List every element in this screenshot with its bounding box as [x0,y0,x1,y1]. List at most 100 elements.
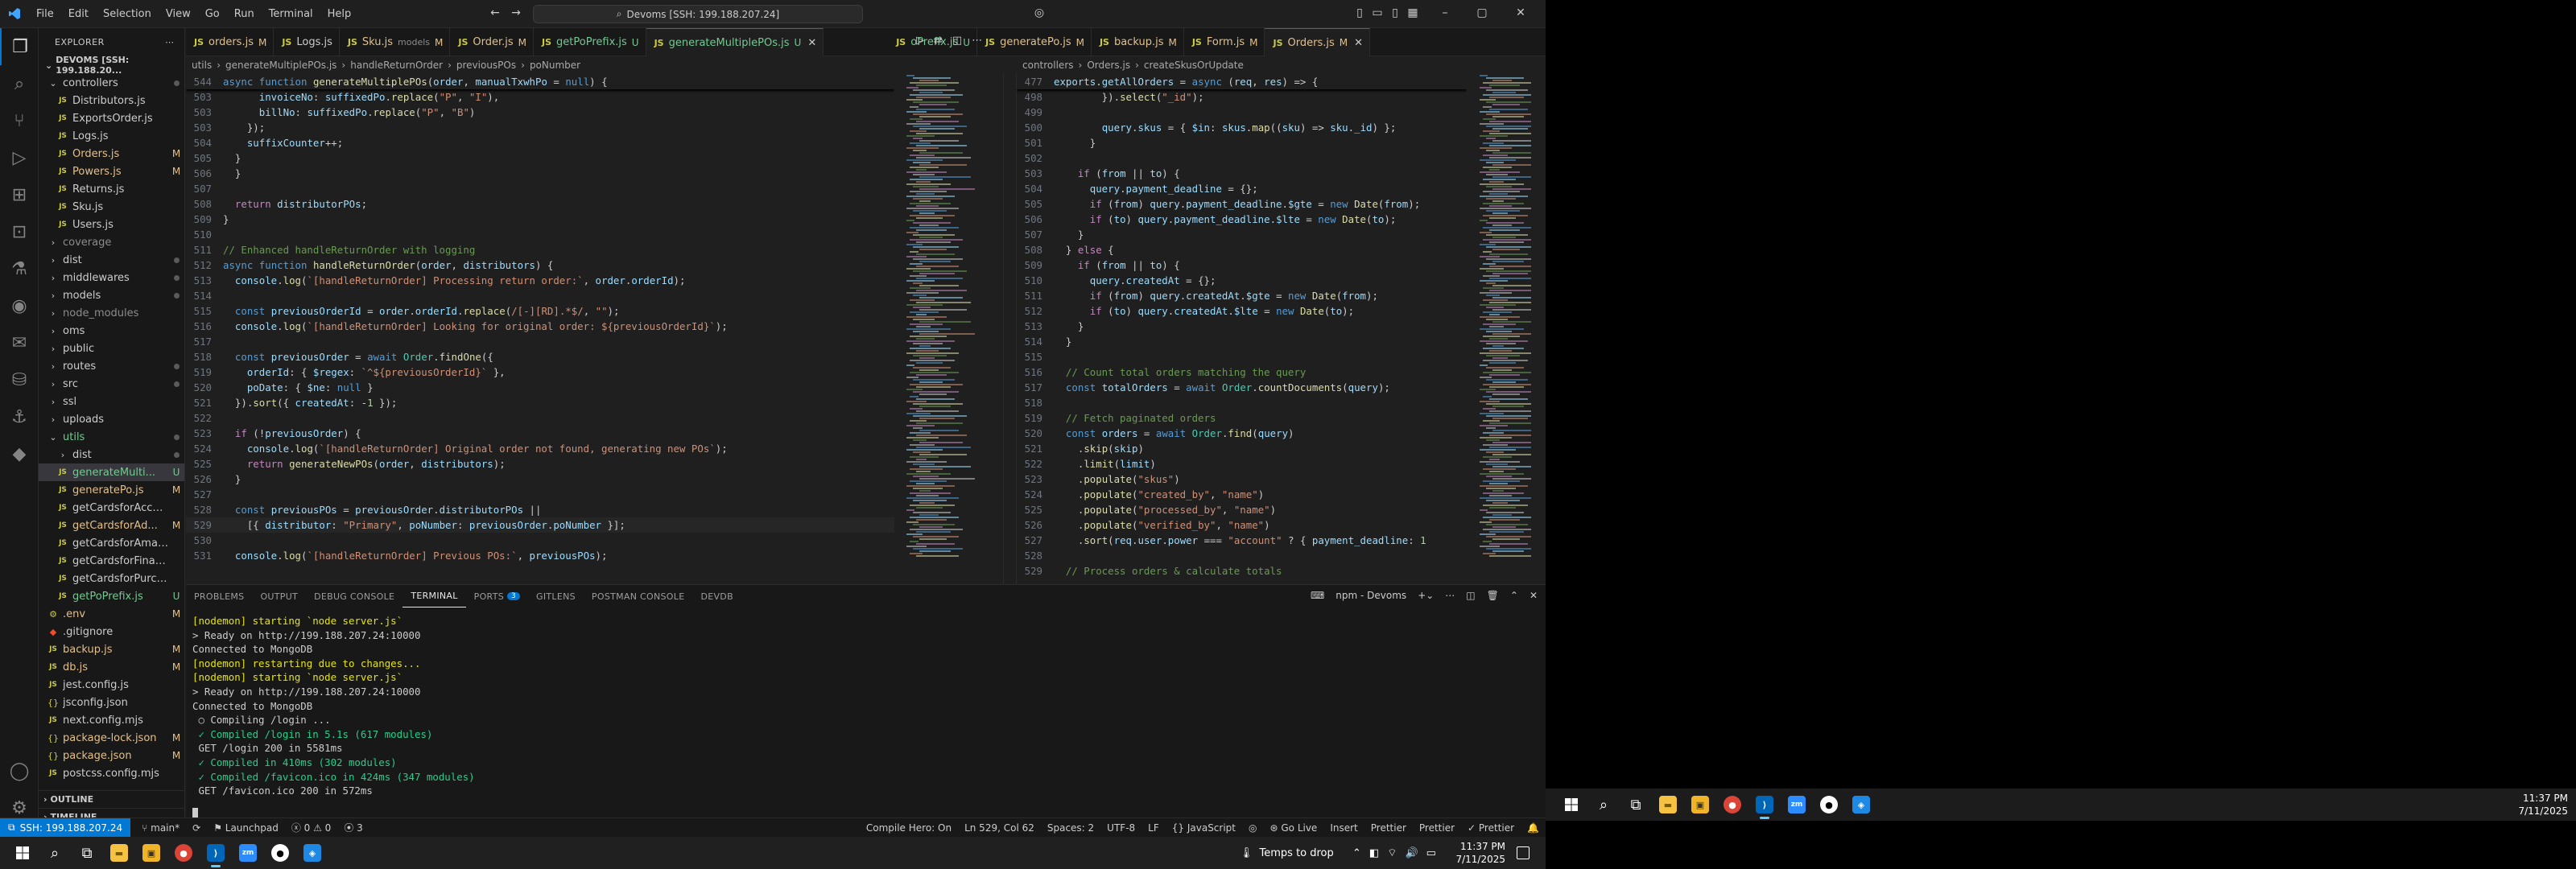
new-terminal-icon[interactable]: +⌄ [1418,590,1434,601]
testing-icon[interactable]: ⚗ [0,250,39,287]
app-icon[interactable]: ● [1813,789,1845,821]
code-line[interactable]: 498 }).select("_id"); [1017,89,1467,105]
panel-tab-problems[interactable]: PROBLEMS [186,585,252,607]
minimap-right[interactable] [1480,74,1536,584]
menu-help[interactable]: Help [320,8,359,20]
toggle-sidebar-icon[interactable]: ▯ [1352,6,1367,21]
minimap-left[interactable] [906,74,1003,584]
code-line[interactable]: 531 console.log(`[handleReturnOrder] Pre… [186,548,894,563]
panel-tab-gitlens[interactable]: GITLENS [528,585,584,607]
code-line[interactable]: 523 .populate("skus") [1017,472,1467,487]
file-item[interactable]: JS postcss.config.mjs [39,764,184,782]
code-line[interactable]: 499 [1017,105,1467,120]
file-item[interactable]: {} package.json M [39,747,184,764]
run-debug-icon[interactable]: ▷ [0,139,39,176]
code-line[interactable]: 511 // Enhanced handleReturnOrder with lo… [186,242,894,257]
notifications-icon[interactable]: 🔔 [1527,822,1539,834]
code-line[interactable]: 503 if (from || to) { [1017,166,1467,181]
docker-icon[interactable]: ⚓ [0,398,39,435]
file-item[interactable]: {} jsconfig.json [39,694,184,711]
indentation[interactable]: Spaces: 2 [1047,822,1094,834]
explorer-icon[interactable]: ❐ [0,28,39,65]
gitlens-icon[interactable]: ◉ [0,287,39,324]
terminal-output[interactable]: [nodemon] starting `node server.js` > Rea… [192,614,475,798]
toggle-panel-icon[interactable]: ▭ [1370,6,1385,21]
search-icon[interactable]: ⌕ [39,837,71,869]
file-item[interactable]: JS getCardsforAccount.js [39,499,184,517]
insert-mode[interactable]: Insert [1330,822,1357,834]
code-line[interactable]: 504 suffixCounter++; [186,135,894,150]
code-line[interactable]: 516 console.log(`[handleReturnOrder] Loo… [186,319,894,334]
editor-tab[interactable]: JS getPoPrefix.js U [534,28,646,56]
code-line[interactable]: 512 async function handleReturnOrder(orde… [186,257,894,273]
more-icon[interactable]: ⋯ [1445,590,1455,601]
code-line[interactable]: 530 [186,533,894,548]
editor-tab[interactable]: JS generateMultiplePOs.js U ✕ [646,28,824,56]
code-line[interactable]: 517 [186,334,894,349]
code-line[interactable]: 519 orderId: { $regex: `^${previousOrder… [186,364,894,380]
zoom-icon[interactable]: zm [232,837,264,869]
code-line[interactable]: 523 if (!previousOrder) { [186,426,894,441]
toggle-secondary-sidebar-icon[interactable]: ▯ [1388,6,1402,21]
run-icon[interactable]: ▷ [916,35,924,47]
code-line[interactable]: 521 .skip(skip) [1017,441,1467,456]
folder-item[interactable]: ⌄ controllers [39,74,184,92]
code-line[interactable]: 505 } [186,150,894,166]
file-item[interactable]: ◆ .gitignore [39,623,184,640]
vscode-taskbar-icon[interactable]: ⟩ [200,837,232,869]
file-item[interactable]: JS backup.js M [39,640,184,658]
task-view-icon[interactable]: ⧉ [71,837,103,869]
file-item[interactable]: JS generateMulti... U [39,463,184,481]
code-line[interactable]: 513 } [1017,319,1467,334]
file-item[interactable]: JS Sku.js [39,198,184,216]
code-line[interactable]: 517 const totalOrders = await Order.coun… [1017,380,1467,395]
code-line[interactable]: 513 console.log(`[handleReturnOrder] Pro… [186,273,894,288]
breadcrumb-item[interactable]: controllers [1022,60,1074,71]
menu-view[interactable]: View [159,8,198,20]
code-line[interactable]: 518 [1017,395,1467,410]
cursor-position[interactable]: Ln 529, Col 62 [964,822,1034,834]
prettier-status[interactable]: ✓ Prettier [1468,822,1514,834]
code-line[interactable]: 506 if (to) query.payment_deadline.$lte … [1017,212,1467,227]
chevron-up-icon[interactable]: ⌃ [1352,847,1361,859]
minimize-icon[interactable]: – [1438,6,1452,21]
code-line[interactable]: 516 // Count total orders matching the q… [1017,364,1467,380]
zoom-icon[interactable]: zm [1781,789,1813,821]
end-of-line[interactable]: LF [1148,822,1159,834]
file-item[interactable]: JS getCardsforAd... M [39,517,184,534]
code-line[interactable]: 506 } [186,166,894,181]
folder-item[interactable]: › dist [39,251,184,269]
code-line[interactable]: 503 billNo: suffixedPo.replace("P", "B") [186,105,894,120]
notification-center-icon[interactable] [1517,846,1530,859]
maximize-panel-icon[interactable]: ⌃ [1510,590,1518,601]
editor-tab[interactable]: JS Orders.js M ✕ [1265,28,1370,56]
code-line[interactable]: 529 [{ distributor: "Primary", poNumber:… [186,517,894,533]
menu-run[interactable]: Run [227,8,262,20]
code-line[interactable]: 527 .sort(req.user.power === "account" ?… [1017,533,1467,548]
workspace-root[interactable]: ⌄ DEVOMS [SSH: 199.188.20... [39,55,184,76]
copilot-icon[interactable]: ◎ [1032,6,1046,21]
forward-arrow-icon[interactable]: → [509,6,523,21]
folder-item[interactable]: › ssl [39,393,184,410]
more-actions-icon[interactable]: ⋯ [165,37,184,47]
breadcrumb-item[interactable]: Orders.js [1087,60,1130,71]
file-item[interactable]: JS Orders.js M [39,145,184,163]
editor-tab[interactable]: JS Order.js M [450,28,535,56]
chrome-icon[interactable]: ● [167,837,200,869]
code-line[interactable]: 501 } [1017,135,1467,150]
code-line[interactable]: 510 [186,227,894,242]
folder-item[interactable]: › middlewares [39,269,184,286]
split-editor-icon[interactable]: ◫ [952,35,962,47]
code-line[interactable]: 526 } [186,472,894,487]
customize-layout-icon[interactable]: ▦ [1406,6,1420,21]
split-terminal-icon[interactable]: ◫ [1466,590,1475,601]
file-item[interactable]: JS Logs.js [39,127,184,145]
problems-indicator[interactable]: ⓧ 0 ⚠ 0 [291,821,332,834]
sync-icon[interactable]: ⟳ [192,822,200,834]
breadcrumb-item[interactable]: poNumber [530,60,580,71]
menu-edit[interactable]: Edit [61,8,96,20]
code-line[interactable]: 502 [1017,150,1467,166]
account-icon[interactable]: ◯ [0,752,39,789]
menu-file[interactable]: File [29,8,61,20]
editor-tab[interactable]: JS generatePo.js M [977,28,1092,56]
